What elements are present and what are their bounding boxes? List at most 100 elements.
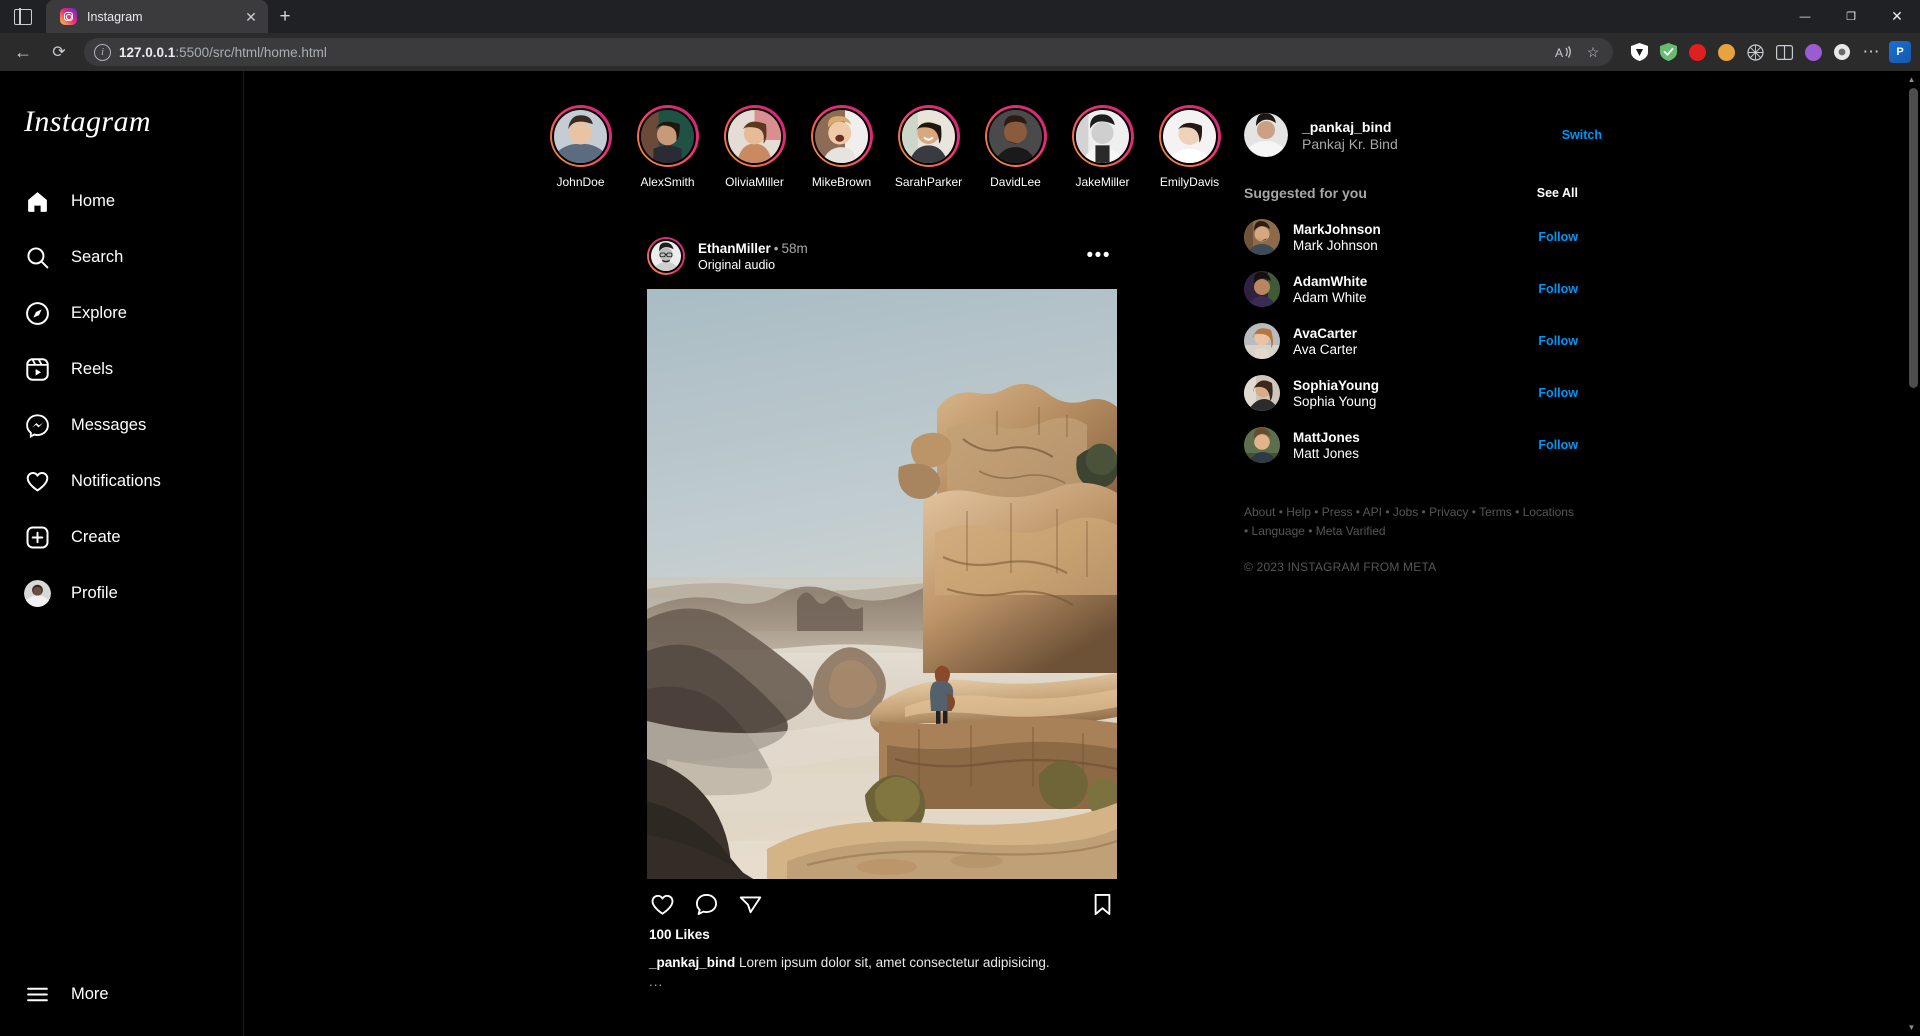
sidebar-item-profile[interactable]: Profile [0, 565, 243, 621]
page-scrollbar[interactable]: ▲ ▼ [1903, 71, 1920, 1036]
sidebar-item-home[interactable]: Home [0, 173, 243, 229]
sidebar-item-label: Search [71, 247, 124, 266]
post-image[interactable] [647, 289, 1117, 879]
scroll-down-arrow[interactable]: ▼ [1903, 1019, 1920, 1036]
follow-button[interactable]: Follow [1538, 438, 1602, 452]
list-item[interactable]: MarkJohnson Mark Johnson Follow [1244, 211, 1602, 263]
back-button[interactable]: ← [6, 37, 40, 67]
tab-search-button[interactable] [0, 0, 46, 33]
scrollbar-thumb[interactable] [1909, 88, 1918, 388]
sidebar-item-label: Profile [71, 583, 118, 602]
footer-links[interactable]: About • Help • Press • API • Jobs • Priv… [1244, 503, 1574, 540]
post-options-icon[interactable]: ••• [1081, 246, 1117, 265]
story-username: SarahParker [894, 175, 963, 189]
sidebar-item-reels[interactable]: Reels [0, 341, 243, 397]
address-bar[interactable]: i 127.0.0.1:5500/src/html/home.html A ☆ [84, 38, 1613, 66]
extension-red-icon[interactable] [1683, 38, 1711, 66]
instagram-wordmark-logo[interactable]: Instagram [0, 97, 243, 139]
tab-search-icon [14, 7, 32, 26]
list-item[interactable]: SophiaYoung Sophia Young Follow [1244, 367, 1602, 419]
main-content: JohnDoe AlexSmith OliviaMiller MikeBrown… [244, 71, 1920, 1036]
read-aloud-icon[interactable]: A [1549, 39, 1577, 65]
current-user-avatar[interactable] [1244, 113, 1288, 157]
url-host: 127.0.0.1 [119, 44, 176, 60]
suggestion-username[interactable]: MarkJohnson [1293, 222, 1525, 237]
sidebar-item-notifications[interactable]: Notifications [0, 453, 243, 509]
suggestion-avatar[interactable] [1244, 271, 1280, 307]
current-username[interactable]: _pankaj_bind [1302, 119, 1548, 135]
svg-text:A: A [1555, 46, 1563, 60]
like-button[interactable] [649, 891, 675, 917]
list-item[interactable]: MattJones Matt Jones Follow [1244, 419, 1602, 471]
sidebar-item-label: Explore [71, 303, 127, 322]
like-count[interactable]: 100 Likes [647, 919, 1117, 942]
app-sidebar: Instagram Home Search Explore Reels Mess… [0, 71, 244, 1036]
story-item[interactable]: DavidLee [983, 105, 1049, 189]
list-item[interactable]: AvaCarter Ava Carter Follow [1244, 315, 1602, 367]
list-item[interactable]: AdamWhite Adam White Follow [1244, 263, 1602, 315]
browser-settings-more-icon[interactable]: ⋯ [1857, 38, 1885, 66]
post-audio-label[interactable]: Original audio [698, 258, 1068, 272]
suggestion-avatar[interactable] [1244, 323, 1280, 359]
see-all-button[interactable]: See All [1537, 186, 1578, 200]
suggestion-username[interactable]: SophiaYoung [1293, 378, 1525, 393]
extension-orange-icon[interactable] [1712, 38, 1740, 66]
suggestion-username[interactable]: AdamWhite [1293, 274, 1525, 289]
follow-button[interactable]: Follow [1538, 230, 1602, 244]
suggestion-username[interactable]: MattJones [1293, 430, 1525, 445]
tab-close-icon[interactable]: ✕ [240, 6, 262, 28]
story-item[interactable]: JakeMiller [1070, 105, 1136, 189]
caption-text: Lorem ipsum dolor sit, amet consectetur … [735, 955, 1050, 970]
sidebar-item-messages[interactable]: Messages [0, 397, 243, 453]
adguard-shield-icon[interactable] [1654, 38, 1682, 66]
story-item[interactable]: AlexSmith [635, 105, 701, 189]
sidebar-item-explore[interactable]: Explore [0, 285, 243, 341]
story-ring [984, 105, 1047, 167]
sidebar-item-more[interactable]: More [0, 966, 243, 1022]
window-minimize-button[interactable]: — [1782, 0, 1828, 33]
vivaldi-shield-icon[interactable] [1625, 38, 1653, 66]
tab-title: Instagram [87, 9, 143, 24]
story-item[interactable]: JohnDoe [548, 105, 614, 189]
story-username: AlexSmith [640, 175, 695, 189]
caption-username[interactable]: _pankaj_bind [649, 955, 735, 970]
switch-account-button[interactable]: Switch [1562, 128, 1602, 142]
collections-icon[interactable] [1828, 38, 1856, 66]
post-author-avatar-ring[interactable] [647, 237, 685, 275]
follow-button[interactable]: Follow [1538, 386, 1602, 400]
sidebar-item-search[interactable]: Search [0, 229, 243, 285]
suggestion-username[interactable]: AvaCarter [1293, 326, 1525, 341]
post-username[interactable]: EthanMiller [698, 241, 771, 256]
story-username: DavidLee [990, 175, 1041, 189]
caption-more-button[interactable]: ... [647, 972, 1117, 989]
right-sidebar: _pankaj_bind Pankaj Kr. Bind Switch Sugg… [1202, 91, 1602, 1036]
scroll-up-arrow[interactable]: ▲ [1903, 71, 1920, 88]
browser-tab-instagram[interactable]: Instagram ✕ [46, 0, 268, 33]
split-screen-icon[interactable] [1770, 38, 1798, 66]
follow-button[interactable]: Follow [1538, 282, 1602, 296]
window-maximize-button[interactable]: ❐ [1828, 0, 1874, 33]
browser-profile-avatar[interactable]: P [1886, 38, 1914, 66]
reels-icon [24, 356, 51, 383]
story-item[interactable]: OliviaMiller [722, 105, 788, 189]
sidebar-item-label: Messages [71, 415, 147, 434]
suggestion-avatar[interactable] [1244, 219, 1280, 255]
suggestion-avatar[interactable] [1244, 375, 1280, 411]
avatar-icon [24, 579, 51, 607]
site-info-icon[interactable]: i [94, 43, 111, 61]
suggestion-avatar[interactable] [1244, 427, 1280, 463]
sidebar-item-create[interactable]: Create [0, 509, 243, 565]
extension-puzzle-icon[interactable] [1741, 38, 1769, 66]
share-button[interactable] [737, 891, 763, 917]
comment-button[interactable] [693, 891, 719, 917]
story-item[interactable]: MikeBrown [809, 105, 875, 189]
story-item[interactable]: SarahParker [894, 105, 963, 189]
save-button[interactable] [1089, 891, 1115, 917]
window-close-button[interactable]: ✕ [1874, 0, 1920, 33]
favorite-star-icon[interactable]: ☆ [1579, 39, 1607, 65]
follow-button[interactable]: Follow [1538, 334, 1602, 348]
reload-button[interactable]: ⟳ [42, 37, 76, 67]
extension-purple-icon[interactable] [1799, 38, 1827, 66]
new-tab-button[interactable]: + [268, 0, 302, 33]
compass-icon [24, 300, 51, 327]
